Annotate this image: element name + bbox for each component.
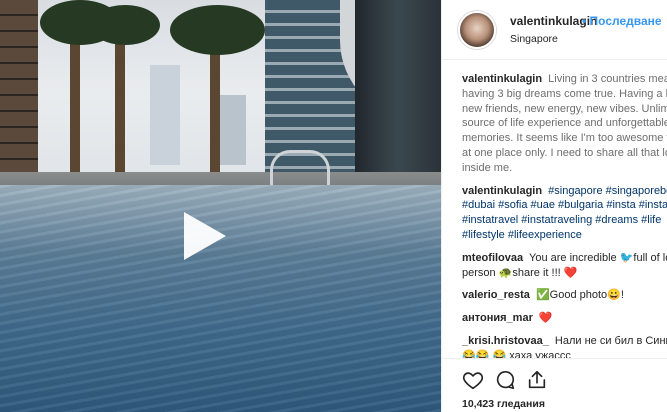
post-header: valentinkulagin • Последване Singapore: [442, 0, 667, 60]
comment: антония_mar ❤️: [462, 311, 667, 326]
comment: _krisi.hristovaa_ Нали не си бил в Синга…: [462, 334, 667, 358]
dark-building: [355, 0, 441, 195]
comment-text: ❤️: [538, 312, 553, 325]
comment-username[interactable]: valentinkulagin: [462, 73, 542, 85]
action-bar: 10,423 гледания: [442, 358, 667, 412]
views-count: 10,423 гледания: [462, 398, 545, 410]
comment-username[interactable]: valerio_resta: [462, 289, 530, 301]
palm-trees: [40, 0, 270, 185]
left-building: [0, 0, 38, 180]
hashtags-comment: valentinkulagin #singapore #singaporeboy…: [462, 184, 667, 243]
comment: mteofilovaa You are incredible 🐦full of …: [462, 251, 667, 281]
comment: valerio_resta ✅Good photo😀!: [462, 288, 667, 303]
caption: valentinkulagin Living in 3 countries me…: [462, 72, 667, 176]
comment-username[interactable]: антония_mar: [462, 312, 533, 324]
play-icon[interactable]: [178, 210, 230, 262]
follow-label[interactable]: Последване: [590, 14, 662, 28]
comment-bubble-icon[interactable]: [494, 369, 516, 391]
separator-dot: •: [582, 14, 587, 28]
post-side-panel: valentinkulagin • Последване Singapore v…: [441, 0, 667, 412]
follow-button[interactable]: • Последване: [582, 14, 662, 28]
comment-username[interactable]: mteofilovaa: [462, 252, 523, 264]
post-video[interactable]: [0, 0, 441, 412]
comment-username[interactable]: _krisi.hristovaa_: [462, 335, 549, 347]
avatar[interactable]: [458, 11, 496, 49]
share-upload-icon[interactable]: [526, 369, 548, 391]
heart-outline-icon[interactable]: [462, 369, 484, 391]
location-link[interactable]: Singapore: [510, 33, 558, 45]
comment-username[interactable]: valentinkulagin: [462, 185, 542, 197]
comments-list: valentinkulagin Living in 3 countries me…: [442, 60, 667, 358]
comment-text: ✅Good photo😀!: [535, 289, 624, 302]
comment-text: Living in 3 countries meant having 3 big…: [462, 73, 667, 174]
